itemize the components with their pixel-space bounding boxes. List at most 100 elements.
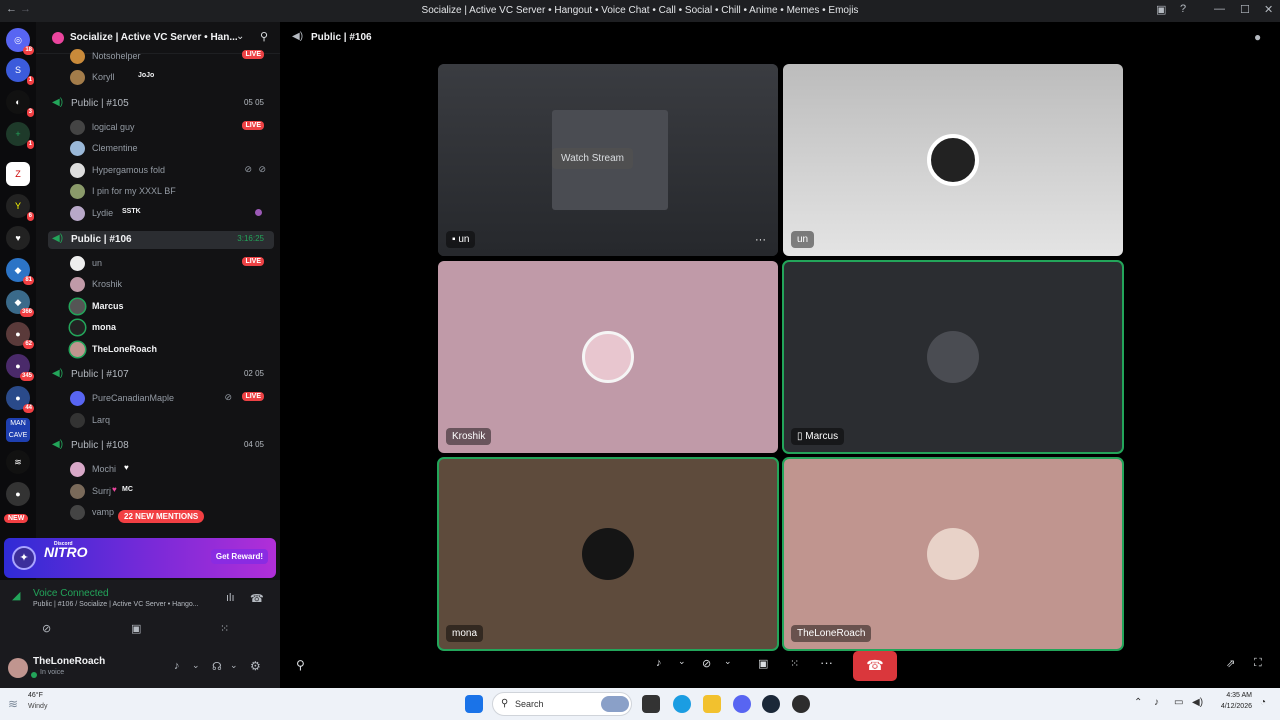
voice-user[interactable]: Koryll JoJo <box>68 67 274 87</box>
voice-user[interactable]: TheLoneRoach <box>68 339 274 359</box>
app-icon[interactable] <box>792 695 810 713</box>
chevron-down-icon[interactable]: ⌄ <box>678 656 686 667</box>
watch-stream-button[interactable]: Watch Stream <box>552 148 633 169</box>
new-badge[interactable]: NEW <box>4 514 29 523</box>
server-icon[interactable]: S1 <box>6 58 34 85</box>
stream-tile[interactable]: Watch Stream ▪ un ··· <box>438 64 778 256</box>
voice-user[interactable]: Clementine <box>68 138 274 158</box>
microphone-icon[interactable]: ♪ <box>656 657 662 669</box>
voice-user[interactable]: Marcus <box>68 296 274 316</box>
voice-location[interactable]: Public | #106 / Socialize | Active VC Se… <box>33 601 199 608</box>
clock-date[interactable]: 4/12/2026 <box>1212 703 1252 710</box>
voice-user[interactable]: Surrj ♥ MC <box>68 481 274 501</box>
maximize-icon[interactable]: ☐ <box>1240 3 1250 16</box>
close-icon[interactable]: ✕ <box>1264 3 1273 16</box>
server-icon-home[interactable]: ◎ 18 <box>6 28 34 55</box>
add-person-icon[interactable]: ⚲ <box>296 658 305 672</box>
voice-user[interactable]: I pin for my XXXL BF <box>68 181 274 201</box>
new-mentions-pill[interactable]: 22 NEW MENTIONS <box>118 510 205 523</box>
help-icon[interactable]: ? <box>1180 3 1186 15</box>
discord-icon[interactable] <box>733 695 751 713</box>
taskbar-search[interactable]: ⚲ Search <box>492 692 632 716</box>
server-icon[interactable]: ◆ 81 <box>6 258 34 285</box>
server-icon[interactable]: ♥ <box>6 226 30 250</box>
microphone-icon[interactable]: ♪ <box>1154 697 1159 708</box>
minimize-icon[interactable]: — <box>1214 3 1225 15</box>
server-icon-man-cave[interactable]: MAN CAVE <box>6 418 30 442</box>
noise-suppression-icon[interactable]: ılı <box>226 592 235 604</box>
voice-user[interactable]: un LIVE <box>68 253 274 273</box>
add-user-icon[interactable]: ⚲ <box>260 30 268 43</box>
microphone-icon[interactable]: ♪ <box>174 660 180 672</box>
avatar[interactable] <box>8 658 28 678</box>
weather-temp[interactable]: 46°F <box>28 692 43 699</box>
activities-icon[interactable]: ⁙ <box>790 657 799 670</box>
voice-status[interactable]: Voice Connected <box>33 588 109 599</box>
participant-tile[interactable]: un <box>783 64 1123 256</box>
weather-icon[interactable]: ≋ <box>8 697 18 711</box>
current-user-name[interactable]: TheLoneRoach <box>33 656 105 667</box>
nitro-banner[interactable]: ✦ Discord NITRO Get Reward! <box>4 538 276 578</box>
participant-tile[interactable]: ▯ Marcus <box>782 260 1124 454</box>
disconnect-icon[interactable]: ☎ <box>250 592 264 605</box>
server-icon[interactable]: ≋ <box>6 450 30 474</box>
voice-user[interactable]: Mochi ♥ <box>68 459 274 479</box>
voice-channel-106[interactable]: ◀) Public | #106 3:16:25 <box>48 231 274 249</box>
get-reward-button[interactable]: Get Reward! <box>210 549 268 564</box>
chevron-down-icon[interactable]: ⌄ <box>230 660 238 671</box>
participant-tile[interactable]: mona <box>437 457 779 651</box>
chevron-down-icon[interactable]: ⌄ <box>724 656 732 667</box>
server-icon[interactable]: Y6 <box>6 194 34 221</box>
server-icon[interactable]: Z <box>6 162 30 186</box>
participant-tile[interactable]: Kroshik <box>438 261 778 453</box>
screen-share-icon[interactable]: ▣ <box>131 622 141 635</box>
server-icon[interactable]: +1 <box>6 122 34 149</box>
headphones-icon[interactable]: ☊ <box>212 660 222 673</box>
server-icon[interactable]: ◐ 3 <box>6 90 34 117</box>
disconnect-button[interactable]: ☎ <box>853 651 897 681</box>
inbox-icon[interactable]: ▣ <box>1156 3 1166 16</box>
voice-channel-108[interactable]: ◀) Public | #108 04 05 <box>48 437 274 455</box>
server-icon[interactable]: ● 44 <box>6 386 34 413</box>
voice-user[interactable]: Notsohelper LIVE <box>68 46 274 66</box>
voice-user[interactable]: PureCanadianMaple ⊘ LIVE <box>68 388 274 408</box>
voice-user[interactable]: Larq <box>68 410 274 430</box>
weather-desc[interactable]: Windy <box>28 703 47 710</box>
chevron-up-icon[interactable]: ⌃ <box>1134 697 1142 708</box>
task-view-icon[interactable] <box>642 695 660 713</box>
camera-off-icon[interactable]: ⊘ <box>702 657 711 670</box>
steam-icon[interactable] <box>762 695 780 713</box>
voice-user[interactable]: logical guy LIVE <box>68 117 274 137</box>
notification-bell-icon[interactable]: ◔ <box>1260 697 1266 708</box>
participant-tile[interactable]: TheLoneRoach <box>782 457 1124 651</box>
fullscreen-icon[interactable]: ⛶ <box>1254 657 1262 670</box>
battery-icon[interactable]: ▭ <box>1174 697 1183 708</box>
chevron-down-icon[interactable]: ⌄ <box>236 31 244 42</box>
voice-channel-107[interactable]: ◀) Public | #107 02 05 <box>48 366 274 384</box>
chevron-down-icon[interactable]: ⌄ <box>192 660 200 671</box>
voice-channel-105[interactable]: ◀) Public | #105 05 05 <box>48 95 274 113</box>
server-icon[interactable]: ◆ 366 <box>6 290 34 317</box>
server-icon[interactable]: ● 62 <box>6 322 34 349</box>
file-explorer-icon[interactable] <box>703 695 721 713</box>
server-icon[interactable]: ● <box>6 482 30 506</box>
camera-off-icon[interactable]: ⊘ <box>42 622 51 635</box>
tile-name: Kroshik <box>446 428 492 445</box>
windows-start-icon[interactable] <box>465 695 483 713</box>
connection-icon[interactable]: ◢ <box>12 589 20 602</box>
voice-user[interactable]: Lydie SSTK <box>68 203 274 223</box>
voice-user[interactable]: Hypergamous fold ⊘ ⊘ <box>68 160 274 180</box>
server-icon[interactable]: ● 345 <box>6 354 34 381</box>
clock-time[interactable]: 4:35 AM <box>1212 692 1252 699</box>
voice-user[interactable]: mona <box>68 317 274 337</box>
screen-share-icon[interactable]: ▣ <box>758 657 768 670</box>
volume-icon[interactable]: ◀) <box>1192 697 1203 708</box>
more-options-icon[interactable]: ··· <box>820 655 833 670</box>
activities-icon[interactable]: ⁙ <box>220 622 229 635</box>
more-options-icon[interactable]: ··· <box>755 234 766 246</box>
settings-gear-icon[interactable]: ⚙ <box>250 659 261 673</box>
voice-user[interactable]: Kroshik <box>68 274 274 294</box>
edge-icon[interactable] <box>673 695 691 713</box>
pop-out-icon[interactable]: ⇗ <box>1226 657 1235 670</box>
chat-icon[interactable]: ● <box>1254 30 1261 44</box>
